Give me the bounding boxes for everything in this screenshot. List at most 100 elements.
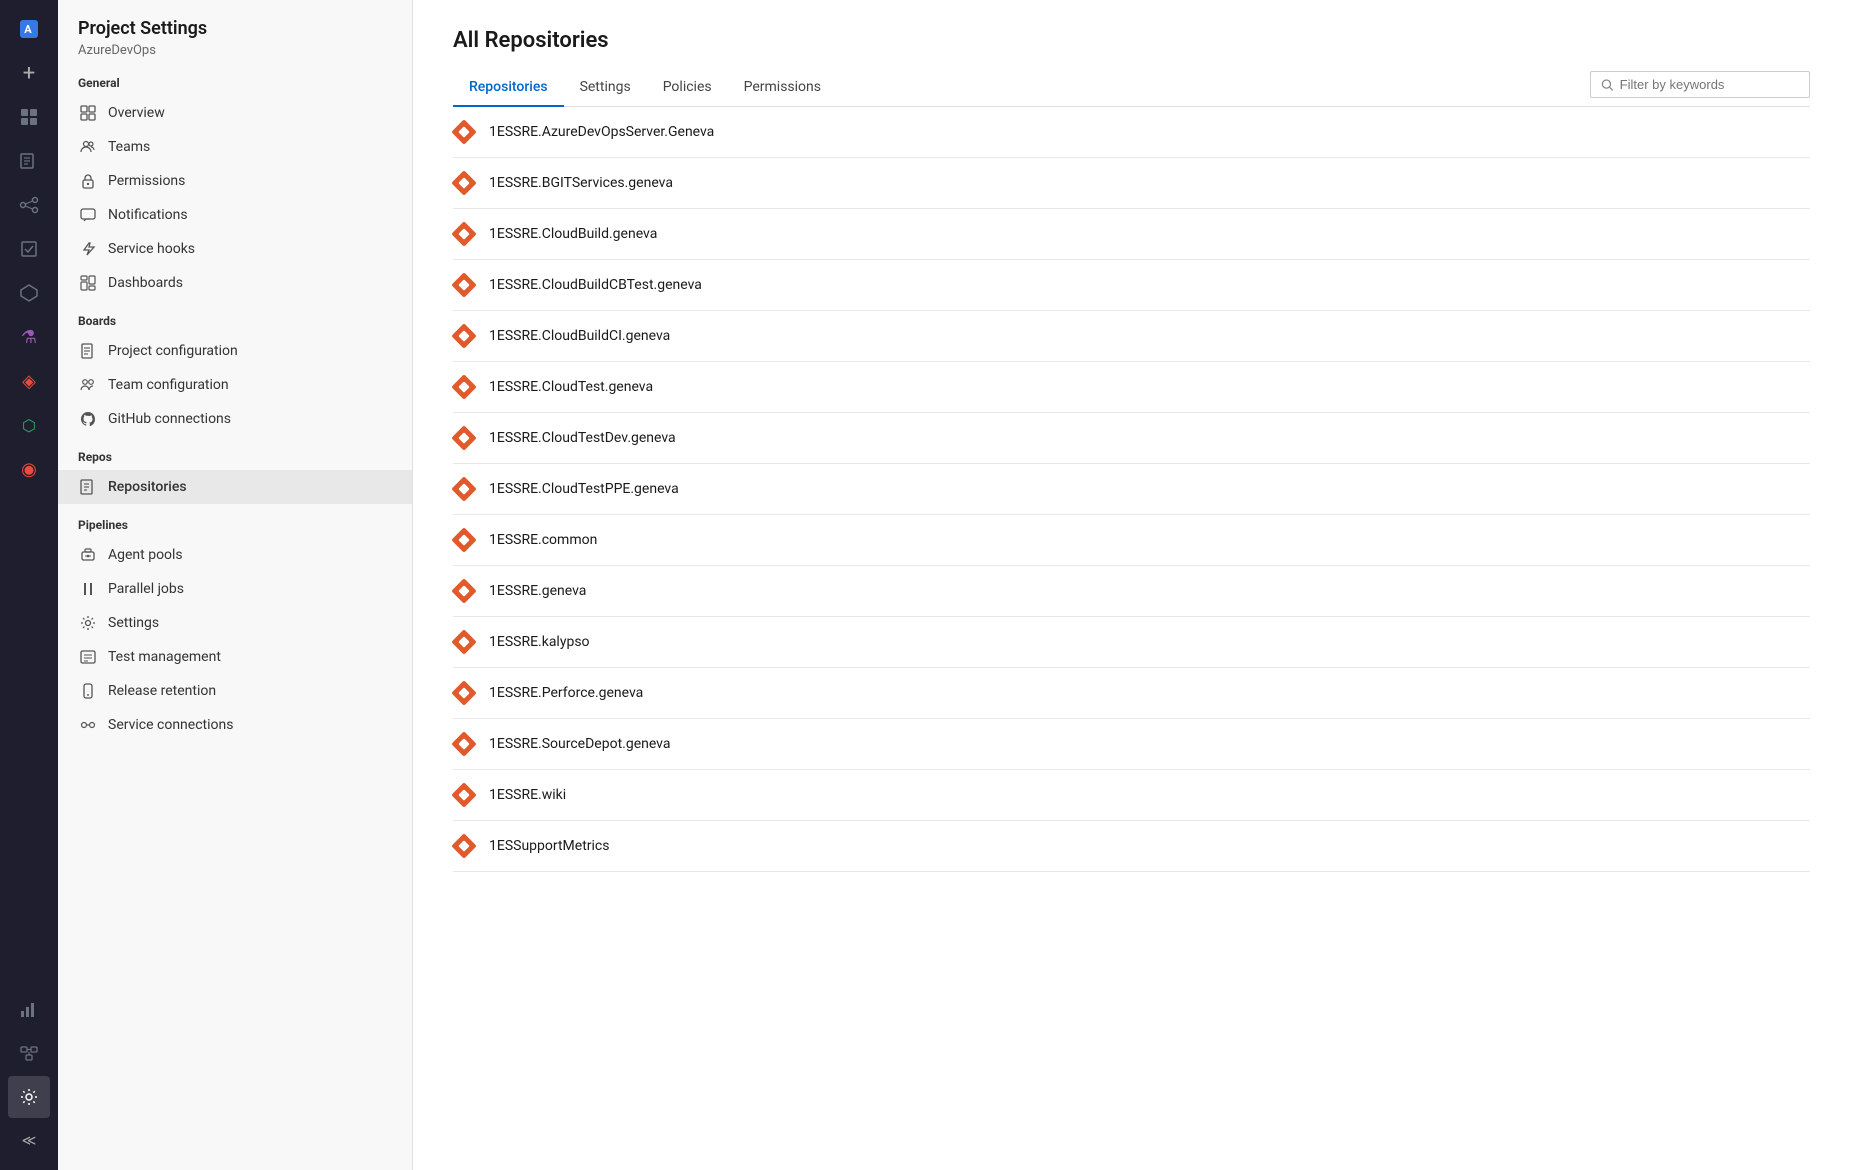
- connections-nav-icon[interactable]: [8, 1032, 50, 1074]
- sidebar-item-parallel-jobs[interactable]: Parallel jobs: [58, 572, 412, 606]
- sidebar-item-label-project-configuration: Project configuration: [108, 343, 238, 359]
- sidebar-item-repositories[interactable]: Repositories: [58, 470, 412, 504]
- tab-bar: Repositories Settings Policies Permissio…: [453, 69, 1810, 107]
- repos-nav-icon[interactable]: [8, 140, 50, 182]
- repo-row[interactable]: 1ESSRE.CloudBuildCI.geneva: [453, 311, 1810, 362]
- repo-row[interactable]: 1ESSRE.kalypso: [453, 617, 1810, 668]
- dashboard-icon: [78, 273, 98, 293]
- sidebar-item-label-agent-pools: Agent pools: [108, 547, 183, 563]
- svg-text:A: A: [24, 23, 32, 36]
- sidebar-item-agent-pools[interactable]: Agent pools: [58, 538, 412, 572]
- settings-nav-icon[interactable]: [8, 1076, 50, 1118]
- sidebar: Project Settings AzureDevOps General Ove…: [58, 0, 413, 1170]
- main-title: All Repositories: [453, 28, 1810, 53]
- sidebar-item-label-release-retention: Release retention: [108, 683, 216, 699]
- tab-settings[interactable]: Settings: [564, 69, 647, 107]
- testmgmt-icon: [78, 647, 98, 667]
- repo-diamond-icon: [453, 172, 475, 194]
- repo-row[interactable]: 1ESSRE.BGITServices.geneva: [453, 158, 1810, 209]
- sidebar-item-settings[interactable]: Settings: [58, 606, 412, 640]
- sidebar-item-label-service-connections: Service connections: [108, 717, 233, 733]
- repo-row[interactable]: 1ESSRE.CloudTest.geneva: [453, 362, 1810, 413]
- people2-icon: [78, 375, 98, 395]
- repo-name: 1ESSRE.BGITServices.geneva: [489, 175, 673, 191]
- sidebar-item-label-notifications: Notifications: [108, 207, 188, 223]
- filter-input-wrap[interactable]: [1590, 71, 1810, 98]
- sidebar-item-label-service-hooks: Service hooks: [108, 241, 195, 257]
- repo-row[interactable]: 1ESSRE.AzureDevOpsServer.Geneva: [453, 107, 1810, 158]
- sidebar-item-service-hooks[interactable]: Service hooks: [58, 232, 412, 266]
- repo-name: 1ESSRE.CloudTest.geneva: [489, 379, 653, 395]
- tab-policies[interactable]: Policies: [647, 69, 728, 107]
- repo-name: 1ESSRE.kalypso: [489, 634, 590, 650]
- grid-icon: [78, 103, 98, 123]
- boards-nav-icon[interactable]: [8, 96, 50, 138]
- repo-diamond-icon: [453, 325, 475, 347]
- filter-icon: [1601, 78, 1614, 92]
- testplans-nav-icon[interactable]: [8, 228, 50, 270]
- tab-repositories[interactable]: Repositories: [453, 69, 564, 107]
- repo-diamond-icon: [453, 784, 475, 806]
- people-icon: [78, 137, 98, 157]
- sidebar-item-project-configuration[interactable]: Project configuration: [58, 334, 412, 368]
- sidebar-item-github-connections[interactable]: GitHub connections: [58, 402, 412, 436]
- shield-nav-icon[interactable]: ⬡: [8, 404, 50, 446]
- sidebar-title: Project Settings: [78, 18, 392, 39]
- sidebar-item-notifications[interactable]: Notifications: [58, 198, 412, 232]
- repo-row[interactable]: 1ESSRE.SourceDepot.geneva: [453, 719, 1810, 770]
- sidebar-item-test-management[interactable]: Test management: [58, 640, 412, 674]
- circle-nav-icon[interactable]: ◉: [8, 448, 50, 490]
- home-icon[interactable]: A: [8, 8, 50, 50]
- repo-name: 1ESSRE.CloudBuildCBTest.geneva: [489, 277, 702, 293]
- sidebar-item-label-permissions: Permissions: [108, 173, 185, 189]
- sidebar-item-dashboards[interactable]: Dashboards: [58, 266, 412, 300]
- serviceconn-icon: [78, 715, 98, 735]
- sidebar-item-label-test-management: Test management: [108, 649, 221, 665]
- sidebar-item-release-retention[interactable]: Release retention: [58, 674, 412, 708]
- repo-row[interactable]: 1ESSRE.CloudTestPPE.geneva: [453, 464, 1810, 515]
- sidebar-item-team-configuration[interactable]: Team configuration: [58, 368, 412, 402]
- filter-input[interactable]: [1620, 77, 1799, 92]
- repo-row[interactable]: 1ESSRE.CloudBuildCBTest.geneva: [453, 260, 1810, 311]
- repo-name: 1ESSRE.CloudBuild.geneva: [489, 226, 657, 242]
- apps-nav-icon[interactable]: ◈: [8, 360, 50, 402]
- pipelines-nav-icon[interactable]: [8, 184, 50, 226]
- sidebar-item-service-connections[interactable]: Service connections: [58, 708, 412, 742]
- repo-name: 1ESSRE.common: [489, 532, 597, 548]
- repo-diamond-icon: [453, 274, 475, 296]
- analytics-nav-icon[interactable]: [8, 988, 50, 1030]
- repo-row[interactable]: 1ESSRE.CloudTestDev.geneva: [453, 413, 1810, 464]
- sidebar-item-permissions[interactable]: Permissions: [58, 164, 412, 198]
- repo-name: 1ESSRE.CloudBuildCI.geneva: [489, 328, 670, 344]
- sidebar-item-label-teams: Teams: [108, 139, 150, 155]
- sidebar-item-label-parallel-jobs: Parallel jobs: [108, 581, 184, 597]
- repo-name: 1ESSRE.geneva: [489, 583, 586, 599]
- phone-icon: [78, 681, 98, 701]
- github-icon: [78, 409, 98, 429]
- doc-icon: [78, 341, 98, 361]
- sidebar-header: Project Settings AzureDevOps: [58, 0, 412, 62]
- repo-row[interactable]: 1ESSRE.Perforce.geneva: [453, 668, 1810, 719]
- repo-diamond-icon: [453, 529, 475, 551]
- repo-row[interactable]: 1ESSRE.wiki: [453, 770, 1810, 821]
- repo-diamond-icon: [453, 835, 475, 857]
- add-icon[interactable]: +: [8, 52, 50, 94]
- repo-row[interactable]: 1ESSRE.common: [453, 515, 1810, 566]
- sidebar-item-label-github-connections: GitHub connections: [108, 411, 231, 427]
- repo-row[interactable]: 1ESSRE.geneva: [453, 566, 1810, 617]
- collapse-nav-icon[interactable]: ≪: [8, 1120, 50, 1162]
- tab-permissions[interactable]: Permissions: [728, 69, 837, 107]
- section-label-general: General: [58, 62, 412, 96]
- artifacts-nav-icon[interactable]: [8, 272, 50, 314]
- section-label-pipelines: Pipelines: [58, 504, 412, 538]
- repo-row[interactable]: 1ESSupportMetrics: [453, 821, 1810, 872]
- repo-diamond-icon: [453, 223, 475, 245]
- repo-diamond-icon: [453, 478, 475, 500]
- flask-nav-icon[interactable]: ⚗: [8, 316, 50, 358]
- sidebar-item-teams[interactable]: Teams: [58, 130, 412, 164]
- sidebar-subtitle: AzureDevOps: [78, 43, 392, 58]
- sidebar-item-label-team-configuration: Team configuration: [108, 377, 229, 393]
- repo-row[interactable]: 1ESSRE.CloudBuild.geneva: [453, 209, 1810, 260]
- sidebar-item-overview[interactable]: Overview: [58, 96, 412, 130]
- repo-name: 1ESSRE.CloudTestPPE.geneva: [489, 481, 679, 497]
